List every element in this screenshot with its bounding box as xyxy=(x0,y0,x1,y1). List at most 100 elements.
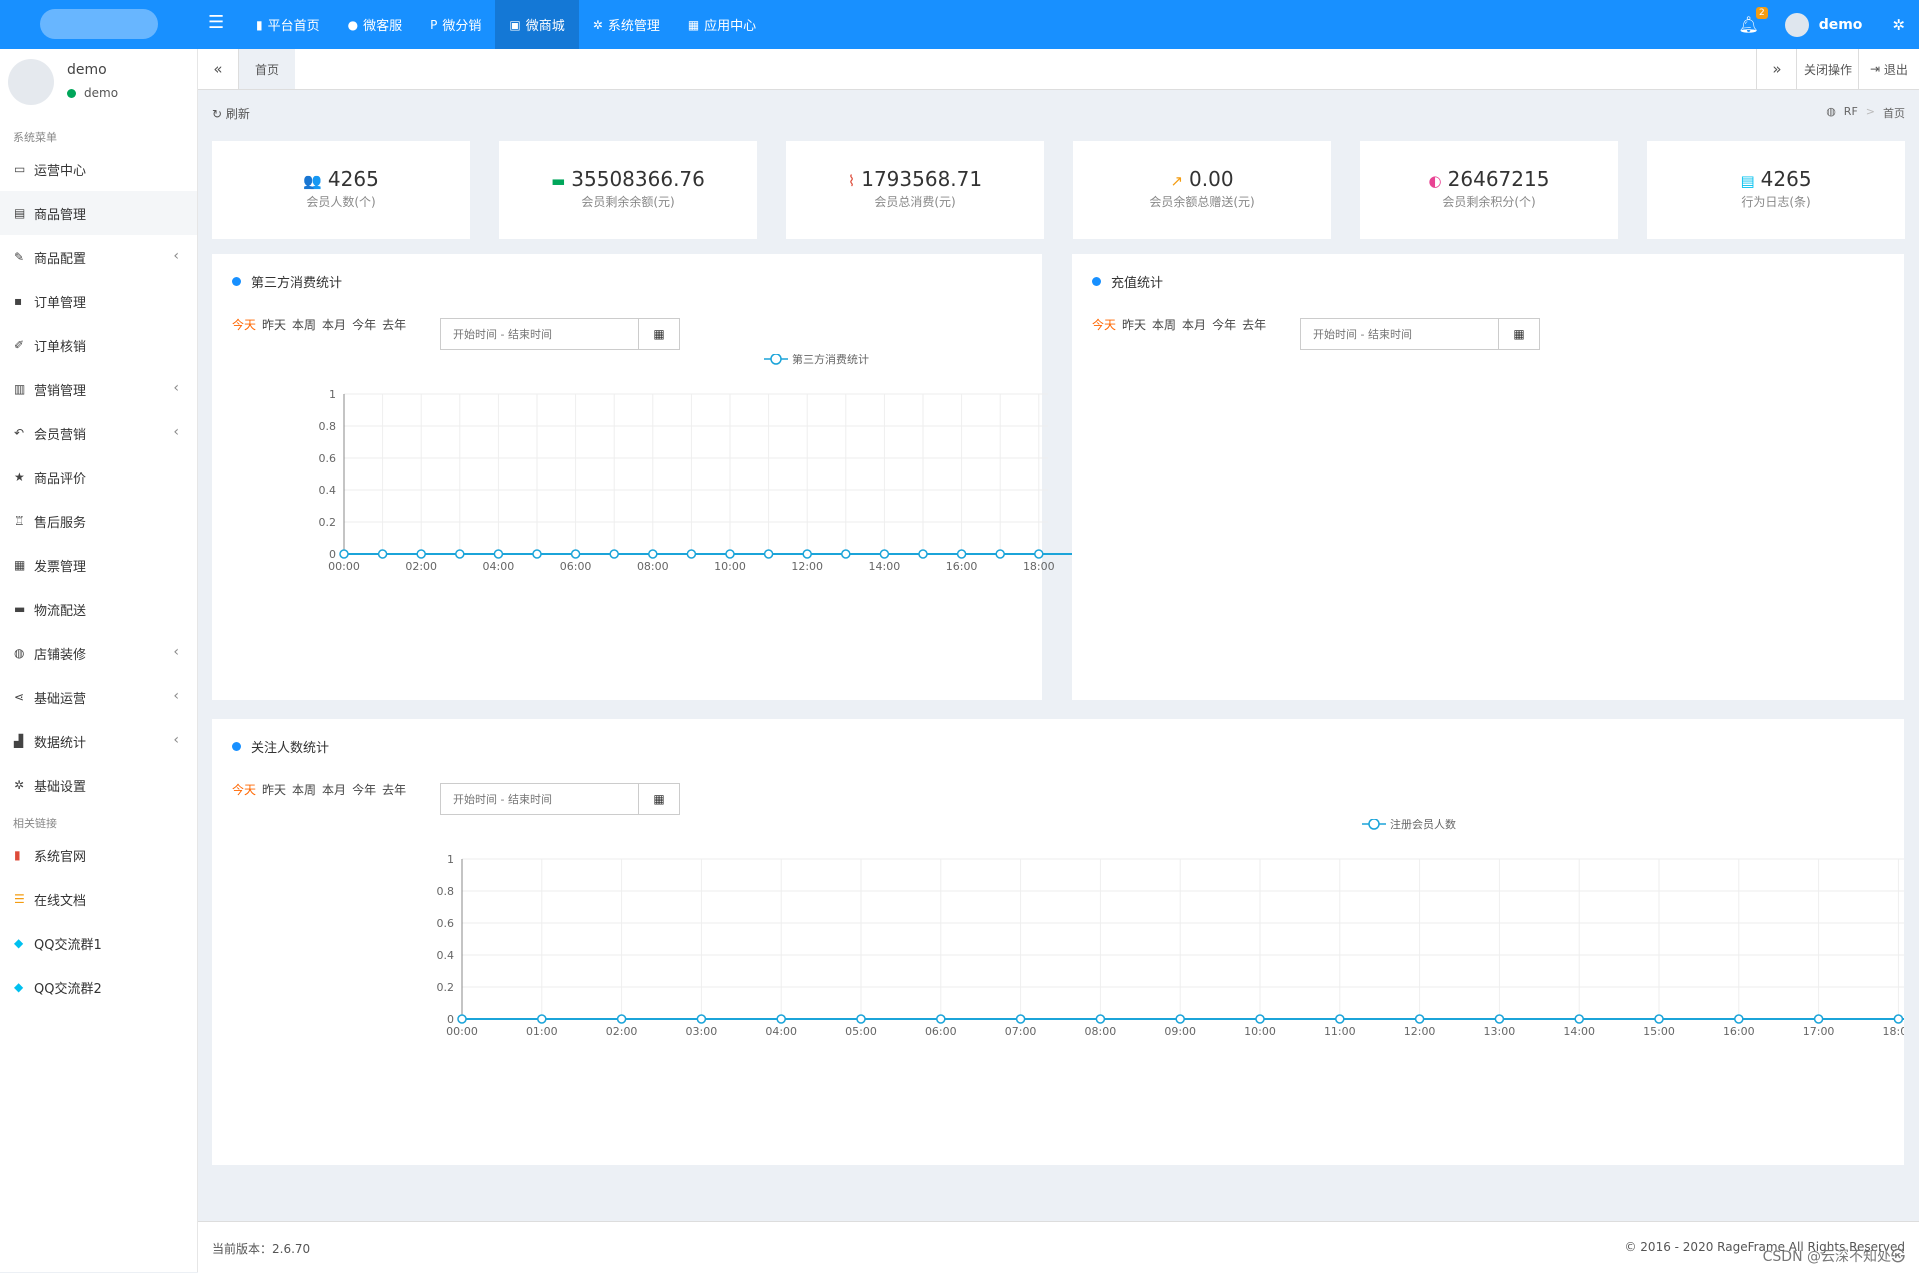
consumption-date-input[interactable] xyxy=(441,319,638,349)
date-filter-option[interactable]: 本月 xyxy=(322,316,346,333)
data-point[interactable] xyxy=(1893,1014,1904,1024)
top-nav-item[interactable]: P 微分销 xyxy=(416,0,495,49)
data-point[interactable] xyxy=(725,549,735,559)
sidebar-item[interactable]: ▟ 数据统计 ‹ xyxy=(0,719,197,763)
date-filter-option[interactable]: 昨天 xyxy=(1122,316,1146,333)
data-point[interactable] xyxy=(936,1014,946,1024)
top-nav-item[interactable]: ▦ 应用中心 xyxy=(674,0,770,49)
sidebar-item[interactable]: ▪ 订单管理 xyxy=(0,279,197,323)
date-filter-option[interactable]: 去年 xyxy=(382,316,406,333)
date-filter-option[interactable]: 今天 xyxy=(1092,316,1116,333)
sidebar-item[interactable]: ★ 商品评价 xyxy=(0,455,197,499)
date-filter-option[interactable]: 去年 xyxy=(1242,316,1266,333)
sidebar-item[interactable]: ◍ 店铺装修 ‹ xyxy=(0,631,197,675)
calendar-icon[interactable]: ▦ xyxy=(1498,319,1539,349)
calendar-icon[interactable]: ▦ xyxy=(638,319,679,349)
tab-home[interactable]: 首页 xyxy=(239,49,295,89)
date-filter-option[interactable]: 今年 xyxy=(1212,316,1236,333)
date-filter-option[interactable]: 今年 xyxy=(352,781,376,798)
top-nav-item[interactable]: ▮ 平台首页 xyxy=(242,0,334,49)
data-point[interactable] xyxy=(339,549,349,559)
close-tabs-button[interactable]: 关闭操作 xyxy=(1796,49,1859,89)
date-filter-option[interactable]: 昨天 xyxy=(262,781,286,798)
data-point[interactable] xyxy=(763,549,774,559)
refresh-button[interactable]: ↻ 刷新 xyxy=(212,105,250,122)
data-point[interactable] xyxy=(648,549,658,559)
sidebar-item[interactable]: ♖ 售后服务 xyxy=(0,499,197,543)
logout-button[interactable]: ⇥ 退出 xyxy=(1858,49,1919,89)
data-point[interactable] xyxy=(918,549,928,559)
date-filter-option[interactable]: 本周 xyxy=(292,316,316,333)
sidebar-item[interactable]: ⋖ 基础运营 ‹ xyxy=(0,675,197,719)
data-point[interactable] xyxy=(879,549,890,559)
data-point[interactable] xyxy=(1034,549,1044,559)
data-point[interactable] xyxy=(1574,1014,1584,1024)
top-user-menu[interactable]: demo xyxy=(1784,12,1862,37)
data-point[interactable] xyxy=(609,549,619,559)
breadcrumb-root[interactable]: RF xyxy=(1844,105,1858,121)
data-point[interactable] xyxy=(1654,1014,1664,1024)
gear-icon[interactable]: ✲ xyxy=(1892,16,1905,34)
data-point[interactable] xyxy=(416,549,426,559)
date-filter-option[interactable]: 今天 xyxy=(232,781,256,798)
calendar-icon[interactable]: ▦ xyxy=(638,784,679,814)
data-point[interactable] xyxy=(1335,1014,1345,1024)
notification-bell-icon[interactable]: 🔔︎ 2 xyxy=(1738,7,1768,34)
data-point[interactable] xyxy=(457,1014,467,1024)
date-filter-option[interactable]: 今天 xyxy=(232,316,256,333)
data-point[interactable] xyxy=(493,549,504,559)
data-point[interactable] xyxy=(1175,1014,1185,1024)
date-filter-option[interactable]: 本月 xyxy=(1182,316,1206,333)
logo[interactable] xyxy=(40,9,158,39)
data-point[interactable] xyxy=(1095,1014,1106,1024)
data-point[interactable] xyxy=(776,1014,786,1024)
sidebar-item[interactable]: ▭ 运营中心 xyxy=(0,147,197,191)
sidebar-item[interactable]: ✐ 订单核销 xyxy=(0,323,197,367)
data-point[interactable] xyxy=(616,1014,627,1024)
menu-toggle-icon[interactable]: ☰ xyxy=(208,12,224,33)
data-point[interactable] xyxy=(1813,1014,1824,1024)
sidebar-item[interactable]: ▥ 营销管理 ‹ xyxy=(0,367,197,411)
data-point[interactable] xyxy=(856,1014,866,1024)
data-point[interactable] xyxy=(995,549,1005,559)
date-filter-option[interactable]: 今年 xyxy=(352,316,376,333)
date-filter-option[interactable]: 本周 xyxy=(292,781,316,798)
sidebar-item[interactable]: ▬ 物流配送 xyxy=(0,587,197,631)
sidebar-item[interactable]: ✎ 商品配置 ‹ xyxy=(0,235,197,279)
top-nav-item[interactable]: ● 微客服 xyxy=(334,0,417,49)
tab-next-button[interactable]: » xyxy=(1756,49,1797,89)
data-point[interactable] xyxy=(1414,1014,1425,1024)
data-point[interactable] xyxy=(1015,1014,1026,1024)
data-point[interactable] xyxy=(532,549,542,559)
date-filter-option[interactable]: 去年 xyxy=(382,781,406,798)
data-point[interactable] xyxy=(377,549,388,559)
sidebar-item[interactable]: ▦ 发票管理 xyxy=(0,543,197,587)
data-point[interactable] xyxy=(537,1014,547,1024)
date-filter-option[interactable]: 本周 xyxy=(1152,316,1176,333)
data-point[interactable] xyxy=(841,549,851,559)
sidebar-link[interactable]: ◆ QQ交流群1 xyxy=(0,921,197,965)
data-point[interactable] xyxy=(956,549,967,559)
data-point[interactable] xyxy=(696,1014,707,1024)
data-point[interactable] xyxy=(802,549,812,559)
chart-legend[interactable]: 第三方消费统计 xyxy=(764,354,869,366)
chart-legend[interactable]: 注册会员人数 xyxy=(1362,819,1456,831)
data-point[interactable] xyxy=(455,549,465,559)
data-point[interactable] xyxy=(1734,1014,1744,1024)
top-nav-item[interactable]: ▣ 微商城 xyxy=(495,0,579,49)
data-point[interactable] xyxy=(1494,1014,1505,1024)
tab-prev-button[interactable]: « xyxy=(198,49,239,89)
top-nav-item[interactable]: ✲ 系统管理 xyxy=(579,0,674,49)
followers-date-input[interactable] xyxy=(441,784,638,814)
date-filter-option[interactable]: 昨天 xyxy=(262,316,286,333)
data-point[interactable] xyxy=(686,549,697,559)
sidebar-link[interactable]: ◆ QQ交流群2 xyxy=(0,965,197,1009)
data-point[interactable] xyxy=(570,549,581,559)
sidebar-item[interactable]: ✲ 基础设置 xyxy=(0,763,197,807)
data-point[interactable] xyxy=(1255,1014,1265,1024)
recharge-date-input[interactable] xyxy=(1301,319,1498,349)
sidebar-item[interactable]: ↶ 会员营销 ‹ xyxy=(0,411,197,455)
sidebar-link[interactable]: ▮ 系统官网 xyxy=(0,833,197,877)
sidebar-link[interactable]: ☰ 在线文档 xyxy=(0,877,197,921)
date-filter-option[interactable]: 本月 xyxy=(322,781,346,798)
